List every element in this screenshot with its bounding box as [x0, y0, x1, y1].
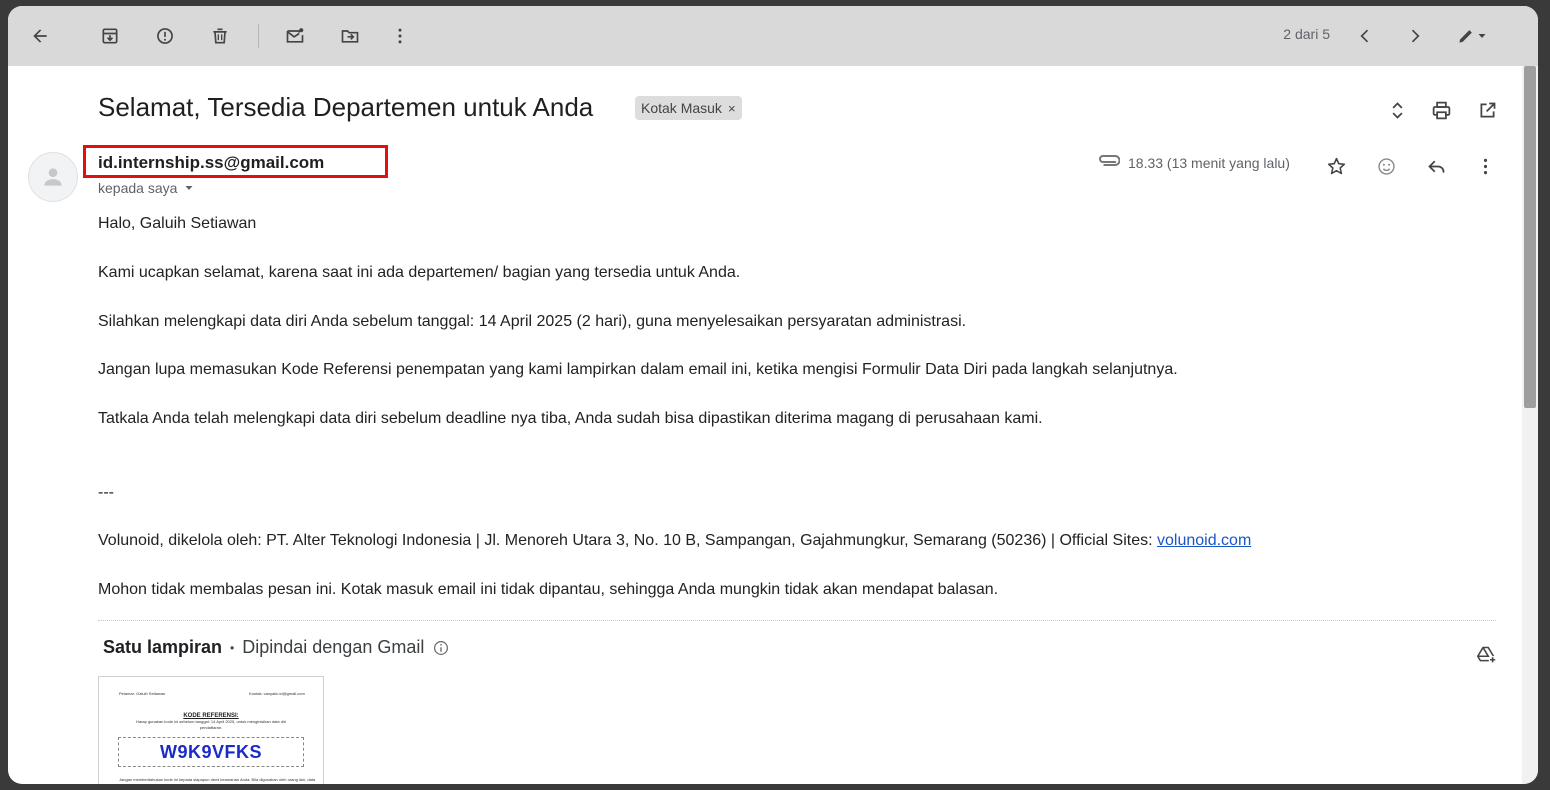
pencil-icon	[1459, 30, 1472, 43]
scrollbar-thumb[interactable]	[1524, 66, 1536, 408]
move-to-button[interactable]	[332, 18, 368, 54]
star-button[interactable]	[1320, 150, 1352, 182]
email-paragraph-1: Kami ucapkan selamat, karena saat ini ad…	[98, 264, 741, 281]
sender-email[interactable]: id.internship.ss@gmail.com	[98, 153, 324, 173]
previous-email-button[interactable]	[1347, 18, 1383, 54]
attachments-divider	[98, 620, 1496, 621]
mail-unread-icon	[286, 28, 304, 43]
attachment-thumbnail[interactable]: Pelamar: Galuih Setiawan Kontak: canyati…	[98, 676, 324, 784]
person-icon	[44, 168, 62, 186]
footer-site-link[interactable]: volunoid.com	[1157, 532, 1251, 549]
scrollbar[interactable]	[1522, 66, 1538, 784]
print-button[interactable]	[1425, 94, 1457, 126]
caret-down-icon	[1478, 34, 1486, 38]
mark-unread-button[interactable]	[277, 18, 313, 54]
recipient-text: kepada saya	[98, 180, 178, 196]
attachments-header: Satu lampiran • Dipindai dengan Gmail	[103, 637, 450, 658]
attachments-scanned: Dipindai dengan Gmail	[242, 637, 425, 657]
more-vert-icon	[398, 28, 402, 44]
archive-button[interactable]	[92, 18, 128, 54]
caret-down-icon	[185, 186, 193, 190]
more-options-button[interactable]	[382, 18, 418, 54]
footer-text: Volunoid, dikelola oleh: PT. Alter Tekno…	[98, 532, 1157, 549]
email-content: Selamat, Tersedia Departemen untuk Anda …	[8, 66, 1524, 784]
more-vert-icon	[1483, 158, 1487, 174]
save-to-drive-button[interactable]	[1470, 638, 1502, 670]
email-greeting: Halo, Galuih Setiawan	[98, 215, 257, 232]
email-timestamp: 18.33 (13 menit yang lalu)	[1128, 155, 1290, 171]
report-spam-button[interactable]	[147, 18, 183, 54]
email-subject: Selamat, Tersedia Departemen untuk Anda	[98, 92, 594, 122]
attachments-title: Satu lampiran	[103, 637, 223, 657]
thumb-contact: Kontak: canyatic.id@gmail.com	[249, 691, 305, 696]
reference-code: W9K9VFKS	[118, 737, 304, 767]
expand-all-button[interactable]	[1381, 94, 1413, 126]
delete-button[interactable]	[202, 18, 238, 54]
report-icon	[157, 28, 173, 44]
email-separator: ---	[98, 484, 114, 501]
reply-icon	[1427, 160, 1444, 173]
recipient-details-toggle[interactable]: kepada saya	[98, 180, 195, 196]
trash-icon	[213, 28, 227, 44]
drive-add-icon	[1476, 646, 1497, 664]
toolbar-divider	[258, 24, 259, 48]
email-paragraph-4: Tatkala Anda telah melengkapi data diri …	[98, 410, 1043, 427]
thumb-applicant: Pelamar: Galuih Setiawan	[119, 691, 166, 696]
email-paragraph-2: Silahkan melengkapi data diri Anda sebel…	[98, 313, 967, 330]
next-email-button[interactable]	[1397, 18, 1433, 54]
toolbar: 2 dari 5	[8, 6, 1538, 66]
pager-count: 2 dari 5	[1283, 26, 1330, 42]
thumb-footnote: Jangan memberitahukan kode ini kepada si…	[119, 777, 316, 782]
print-icon	[1432, 101, 1450, 119]
email-window: 2 dari 5 Selamat, Tersedia Departemen un…	[8, 6, 1538, 784]
reply-button[interactable]	[1420, 150, 1452, 182]
email-footer: Volunoid, dikelola oleh: PT. Alter Tekno…	[98, 532, 1251, 550]
email-paragraph-3: Jangan lupa memasukan Kode Referensi pen…	[98, 361, 1178, 378]
info-icon[interactable]	[432, 639, 450, 657]
open-new-window-button[interactable]	[1471, 94, 1503, 126]
archive-icon	[102, 28, 118, 44]
folder-move-icon	[341, 30, 359, 43]
email-noreply-note: Mohon tidak membalas pesan ini. Kotak ma…	[98, 581, 999, 598]
thumb-subtext-2: pendaftaran.	[199, 725, 223, 730]
label-chip-text: Kotak Masuk	[641, 100, 722, 116]
thumb-subtext-1: Harap gunakan kode ini sebelum tanggal: …	[135, 719, 287, 724]
back-button[interactable]	[22, 18, 58, 54]
sender-avatar[interactable]	[28, 152, 78, 202]
attachment-clip-icon	[1099, 155, 1120, 166]
unfold-icon	[1392, 101, 1402, 119]
label-chip-inbox[interactable]: Kotak Masuk ×	[635, 96, 742, 120]
chevron-left-icon	[1360, 29, 1369, 43]
message-more-button[interactable]	[1469, 150, 1501, 182]
compose-options-button[interactable]	[1448, 18, 1496, 54]
emoji-reaction-button[interactable]	[1370, 150, 1402, 182]
label-remove-icon[interactable]: ×	[728, 101, 736, 116]
open-in-new-icon	[1480, 102, 1495, 117]
smiley-icon	[1377, 157, 1395, 175]
attachments-dot: •	[230, 640, 235, 655]
arrow-back-icon	[33, 29, 47, 43]
star-icon	[1327, 157, 1345, 174]
chevron-right-icon	[1411, 29, 1420, 43]
